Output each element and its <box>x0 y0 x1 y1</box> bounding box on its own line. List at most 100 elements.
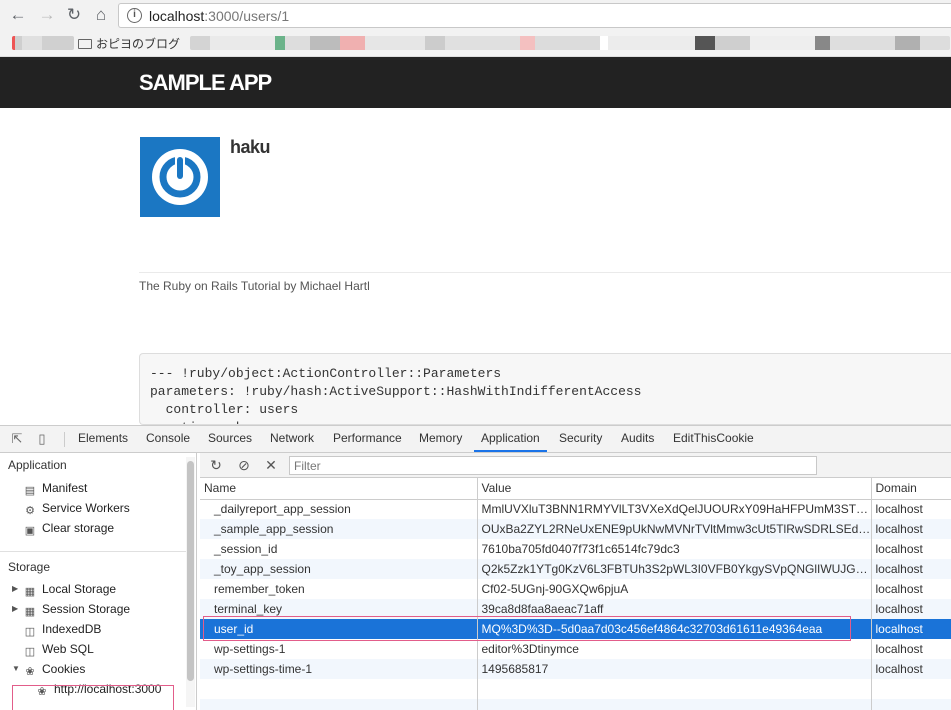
back-arrow-icon[interactable]: ← <box>7 4 29 26</box>
cookie-value: Cf02-5UGnj-90GXQw6pjuA <box>477 579 872 599</box>
reload-icon[interactable]: ↻ <box>63 4 85 26</box>
cookie-value: 1495685817 <box>477 659 872 679</box>
sidebar-item-manifest[interactable]: ▤ Manifest <box>24 479 88 497</box>
clear-all-icon[interactable]: ⊘ <box>236 457 252 473</box>
cookie-name: _sample_app_session <box>200 519 478 539</box>
cookie-name: user_id <box>200 619 478 639</box>
bookmark-label: おピヨのブログ <box>96 37 181 51</box>
bookmark-folder[interactable]: おピヨのブログ <box>78 35 180 52</box>
scrollbar-thumb[interactable] <box>187 461 194 681</box>
gear-icon: ⚙ <box>25 505 35 517</box>
cookie-value: MmlUVXluT3BNN1RMYVlLT3VXeXdQelJUOURxY09H… <box>477 499 872 519</box>
cookie-name: wp-settings-1 <box>200 639 478 659</box>
table-row-selected[interactable]: user_id MQ%3D%3D--5d0aa7d03c456ef4864c32… <box>200 619 951 639</box>
cookie-name: _session_id <box>200 539 478 559</box>
cookie-value: MQ%3D%3D--5d0aa7d03c456ef4864c32703d6161… <box>477 619 872 639</box>
database-icon: ◫ <box>24 646 36 658</box>
sidebar-item-indexeddb[interactable]: ◫ IndexedDB <box>24 620 102 638</box>
grid-icon: ▦ <box>24 586 36 598</box>
tab-sources[interactable]: Sources <box>208 426 252 452</box>
sidebar-item-label: Clear storage <box>42 521 115 535</box>
tab-editthiscookie[interactable]: EditThisCookie <box>673 426 754 452</box>
empty-cell <box>200 679 478 699</box>
cookie-domain: localhost <box>871 639 951 659</box>
application-sidebar: Application ▤ Manifest ⚙ Service Workers ▣… <box>0 453 197 710</box>
tab-security[interactable]: Security <box>559 426 602 452</box>
sidebar-item-local-storage[interactable]: ▦ Local Storage <box>24 580 116 598</box>
tab-network[interactable]: Network <box>270 426 314 452</box>
cookies-toolbar: ↻ ⊘ ✕ <box>200 453 951 478</box>
refresh-icon[interactable]: ↻ <box>208 457 224 473</box>
database-icon: ◫ <box>24 626 36 638</box>
tab-elements[interactable]: Elements <box>78 426 128 452</box>
table-row[interactable]: _dailyreport_app_session MmlUVXluT3BNN1R… <box>200 499 951 519</box>
table-row[interactable]: _toy_app_session Q2k5Zzk1YTg0KzV6L3FBTUh… <box>200 559 951 579</box>
devtools-tabbar: ⇱ ▯ Elements Console Sources Network Per… <box>0 426 951 453</box>
forward-arrow-icon[interactable]: → <box>36 4 58 26</box>
grid-icon: ▦ <box>24 606 36 618</box>
device-toolbar-icon[interactable]: ▯ <box>34 431 50 447</box>
cookie-domain: localhost <box>871 539 951 559</box>
info-icon[interactable]: i <box>127 8 142 23</box>
expand-caret-icon[interactable]: ▶ <box>12 580 18 598</box>
sidebar-item-clear-storage[interactable]: ▣ Clear storage <box>24 519 114 537</box>
cookies-table: Name Value Domain _dailyreport_app_sessi… <box>200 478 951 710</box>
sidebar-item-service-workers[interactable]: ⚙ Service Workers <box>24 499 130 517</box>
power-logo-icon <box>152 149 208 205</box>
home-icon[interactable]: ⌂ <box>90 4 112 26</box>
empty-cell <box>871 699 951 710</box>
sidebar-item-label: IndexedDB <box>42 622 102 636</box>
toolbar-divider <box>64 432 65 447</box>
table-row[interactable]: remember_token Cf02-5UGnj-90GXQw6pjuA lo… <box>200 579 951 599</box>
table-row[interactable]: wp-settings-time-1 1495685817 localhost <box>200 659 951 679</box>
cookie-value: Q2k5Zzk1YTg0KzV6L3FBTUh3S2pWL3I0VFB0Ykgy… <box>477 559 872 579</box>
footer-divider <box>139 272 951 273</box>
sidebar-item-label: Session Storage <box>42 602 131 616</box>
cookie-name: _dailyreport_app_session <box>200 499 478 519</box>
cookie-value: OUxBa2ZYL2RNeUxENE9pUkNwMVNrTVltMmw3cUt5… <box>477 519 872 539</box>
table-row[interactable]: wp-settings-1 editor%3Dtinymce localhost <box>200 639 951 659</box>
tab-console[interactable]: Console <box>146 426 190 452</box>
empty-row <box>200 699 951 710</box>
user-name: haku <box>230 137 271 157</box>
tab-application[interactable]: Application <box>474 426 547 452</box>
cookie-name: terminal_key <box>200 599 478 619</box>
sidebar-scrollbar[interactable] <box>186 457 195 707</box>
delete-selected-icon[interactable]: ✕ <box>263 457 279 473</box>
sidebar-item-session-storage[interactable]: ▦ Session Storage <box>24 600 130 618</box>
sidebar-item-label: Cookies <box>42 662 86 676</box>
cookie-domain: localhost <box>871 659 951 679</box>
url-host: localhost <box>149 8 205 24</box>
user-avatar <box>140 137 220 217</box>
column-header-domain[interactable]: Domain <box>871 478 951 500</box>
inspect-element-icon[interactable]: ⇱ <box>9 431 25 447</box>
cookie-filter-input[interactable] <box>289 456 817 475</box>
cookie-value: editor%3Dtinymce <box>477 639 872 659</box>
sidebar-item-web-sql[interactable]: ◫ Web SQL <box>24 640 94 658</box>
app-logo[interactable]: SAMPLE APP <box>139 70 272 96</box>
expand-caret-icon[interactable]: ▶ <box>12 600 18 618</box>
table-row[interactable]: _session_id 7610ba705fd0407f73f1c6514fc7… <box>200 539 951 559</box>
blurred-bookmark <box>12 36 74 50</box>
tab-performance[interactable]: Performance <box>333 426 402 452</box>
sidebar-heading-storage: Storage <box>8 560 51 574</box>
trash-icon: ▣ <box>24 525 36 537</box>
sidebar-item-cookies[interactable]: ❀ Cookies <box>24 660 85 678</box>
column-header-name[interactable]: Name <box>200 478 478 500</box>
collapse-caret-icon[interactable]: ▼ <box>12 660 20 678</box>
cookie-domain: localhost <box>871 579 951 599</box>
sidebar-item-label: Web SQL <box>42 642 94 656</box>
empty-cell <box>871 679 951 699</box>
address-bar[interactable]: i localhost:3000/users/1 <box>118 3 951 28</box>
table-header-row: Name Value Domain <box>200 478 951 500</box>
cookie-domain: localhost <box>871 559 951 579</box>
cookie-value: 39ca8d8faa8aeac71aff <box>477 599 872 619</box>
table-row[interactable]: _sample_app_session OUxBa2ZYL2RNeUxENE9p… <box>200 519 951 539</box>
tab-audits[interactable]: Audits <box>621 426 654 452</box>
column-header-value[interactable]: Value <box>477 478 872 500</box>
tab-memory[interactable]: Memory <box>419 426 462 452</box>
browser-toolbar: ← → ↻ ⌂ i localhost:3000/users/1 <box>0 0 951 31</box>
cookie-domain: localhost <box>871 619 951 639</box>
cookie-name: _toy_app_session <box>200 559 478 579</box>
table-row[interactable]: terminal_key 39ca8d8faa8aeac71aff localh… <box>200 599 951 619</box>
